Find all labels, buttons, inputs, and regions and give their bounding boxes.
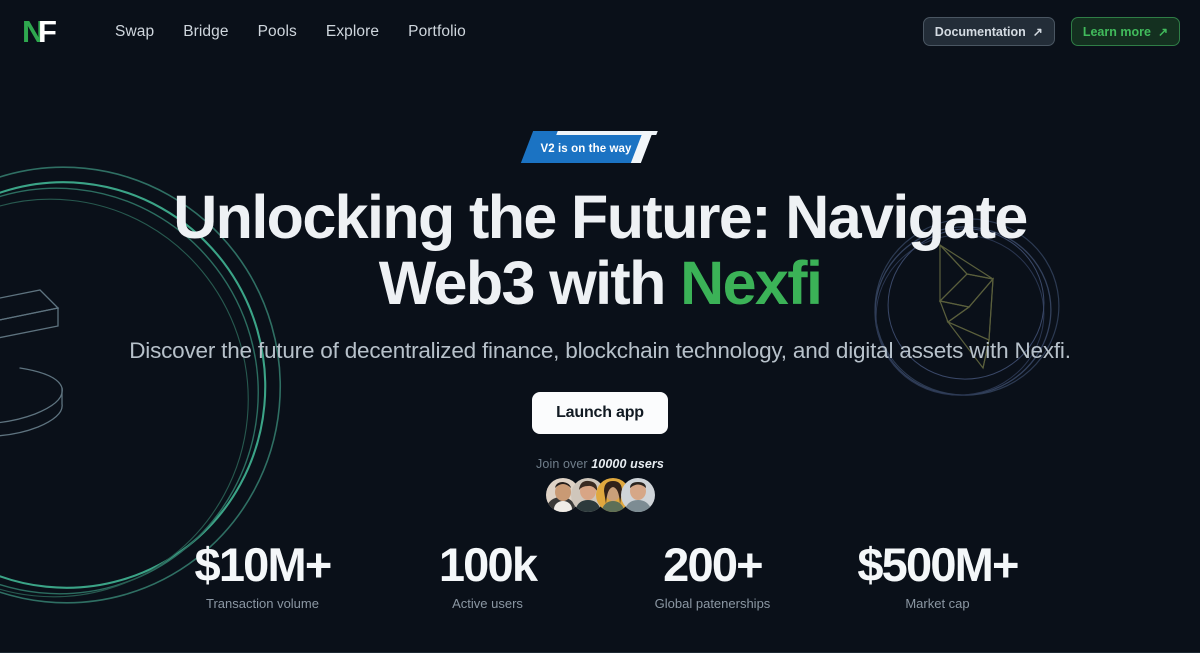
user-avatar-group <box>0 478 1200 512</box>
announcement-badge-wrapper: V2 is on the way <box>0 131 1200 163</box>
hero-subheadline: Discover the future of decentralized fin… <box>129 338 1071 363</box>
learn-more-button[interactable]: Learn more ↗ <box>1070 17 1180 46</box>
brand-logo[interactable]: N F <box>22 13 62 49</box>
top-navigation-bar: N F Swap Bridge Pools Explore Portfolio … <box>0 0 1200 63</box>
stat-label: Transaction volume <box>206 596 319 611</box>
stat-label: Active users <box>452 596 523 611</box>
badge-label: V2 is on the way <box>540 143 632 155</box>
headline-line-2: Web3 with <box>378 249 681 317</box>
avatar <box>620 478 655 512</box>
social-proof-text: Join over 10000 users <box>0 457 1200 471</box>
stat-item-market-cap: $500M+ Market cap <box>825 537 1050 611</box>
stat-value: 100k <box>438 538 538 591</box>
stat-item-transaction-volume: $10M+ Transaction volume <box>150 537 375 611</box>
social-proof-count: 10000 users <box>591 457 664 471</box>
announcement-badge[interactable]: V2 is on the way <box>520 131 673 163</box>
documentation-button[interactable]: Documentation ↗ <box>922 17 1055 46</box>
documentation-button-label: Documentation <box>934 24 1026 39</box>
stat-item-global-partnerships: 200+ Global patenerships <box>600 537 825 611</box>
hero-section: V2 is on the way Unlocking the Future: N… <box>0 63 1200 512</box>
logo-letter-f: F <box>38 13 57 49</box>
arrow-up-right-icon: ↗ <box>1032 24 1043 39</box>
nav-link-portfolio[interactable]: Portfolio <box>408 23 466 41</box>
nav-link-pools[interactable]: Pools <box>258 23 297 41</box>
stat-value: $10M+ <box>194 538 332 591</box>
learn-more-button-label: Learn more <box>1082 24 1151 39</box>
launch-app-button[interactable]: Launch app <box>532 392 668 434</box>
stat-label: Market cap <box>905 596 970 611</box>
stat-value: 200+ <box>663 538 763 591</box>
nav-link-bridge[interactable]: Bridge <box>183 23 228 41</box>
headline-accent-word: Nexfi <box>680 249 823 317</box>
hero-cta-wrapper: Launch app <box>0 392 1200 434</box>
arrow-up-right-icon: ↗ <box>1157 24 1168 39</box>
nav-actions: Documentation ↗ Learn more ↗ <box>922 17 1180 46</box>
stat-item-active-users: 100k Active users <box>375 537 600 611</box>
nav-links-list: Swap Bridge Pools Explore Portfolio <box>115 23 466 41</box>
nav-link-explore[interactable]: Explore <box>326 23 379 41</box>
stats-section: $10M+ Transaction volume 100k Active use… <box>0 537 1200 611</box>
social-proof-prefix: Join over <box>536 457 588 471</box>
stat-value: $500M+ <box>857 538 1019 591</box>
hero-headline: Unlocking the Future: Navigate Web3 with… <box>0 184 1200 316</box>
stat-label: Global patenerships <box>654 596 771 611</box>
avatar-image-4 <box>620 478 655 512</box>
nav-link-swap[interactable]: Swap <box>115 23 154 41</box>
headline-line-1: Unlocking the Future: Navigate <box>173 183 1028 251</box>
